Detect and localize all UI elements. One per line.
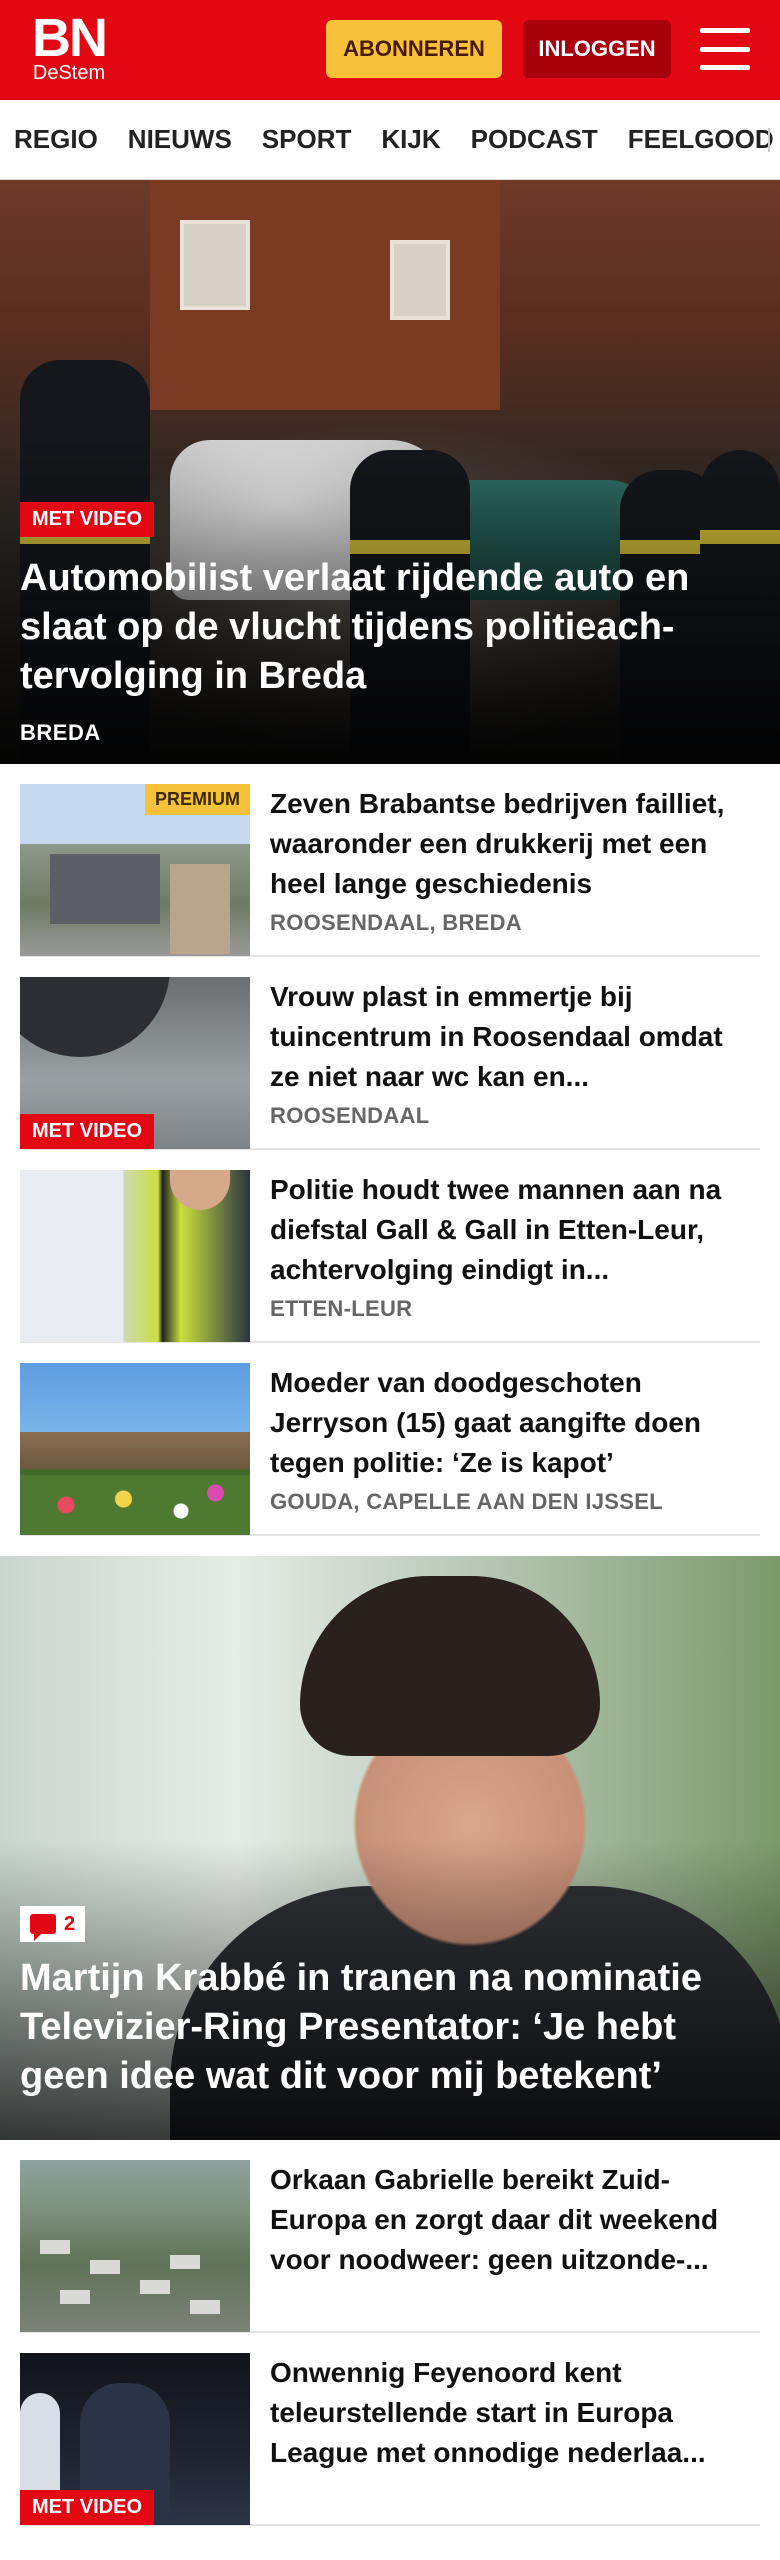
article-thumbnail: MET VIDEO	[20, 977, 250, 1149]
login-button[interactable]: INLOGGEN	[523, 20, 671, 78]
article-thumbnail	[20, 2160, 250, 2332]
site-logo[interactable]: BN DeStem	[30, 8, 108, 84]
article-title[interactable]: Orkaan Gabrielle bereikt Zuid-Europa en …	[270, 2160, 760, 2280]
article-title[interactable]: Moeder van doodgeschoten Jerryson (15) g…	[270, 1363, 760, 1483]
site-header: BN DeStem ABONNEREN INLOGGEN	[0, 0, 780, 100]
comment-icon	[30, 1914, 56, 1941]
premium-badge: PREMIUM	[145, 784, 250, 815]
nav-item-feelgood[interactable]: FEELGOOD	[628, 124, 774, 155]
article-location: GOUDA, CAPELLE AAN DEN IJSSEL	[270, 1489, 663, 1514]
article-list-more: Orkaan Gabrielle bereikt Zuid-Europa en …	[0, 2140, 780, 2526]
article-location: ROOSENDAAL, BREDA	[270, 910, 522, 935]
video-badge: MET VIDEO	[20, 502, 155, 537]
nav-item-podcast[interactable]: PODCAST	[471, 124, 598, 155]
list-item[interactable]: MET VIDEO Vrouw plast in emmertje bij tu…	[20, 957, 760, 1150]
hero-article[interactable]: MET VIDEO Automobilist verlaat rijdende …	[0, 180, 780, 764]
article-location: ROOSENDAAL	[270, 1103, 430, 1128]
list-item[interactable]: PREMIUM Zeven Brabantse bedrijven failli…	[20, 764, 760, 957]
section-nav: REGIO NIEUWS SPORT KIJK PODCAST FEELGOOD	[0, 100, 780, 180]
nav-overflow-divider	[768, 128, 770, 152]
article-thumbnail	[20, 1363, 250, 1535]
logo-sub: DeStem	[32, 62, 106, 84]
video-badge: MET VIDEO	[20, 2490, 155, 2525]
article-title[interactable]: Zeven Brabantse bedrijven failliet, waar…	[270, 784, 760, 904]
list-item[interactable]: Politie houdt twee mannen aan na diefsta…	[20, 1150, 760, 1343]
nav-item-kijk[interactable]: KIJK	[381, 124, 440, 155]
comment-count-badge[interactable]: 2	[20, 1906, 86, 1942]
article-thumbnail	[20, 1170, 250, 1342]
hero-title[interactable]: Automobilist verlaat rijdende auto en sl…	[20, 554, 760, 701]
article-list: PREMIUM Zeven Brabantse bedrijven failli…	[0, 764, 780, 1536]
comment-count: 2	[64, 1912, 76, 1935]
subscribe-button[interactable]: ABONNEREN	[326, 20, 502, 78]
logo-main: BN	[32, 8, 108, 68]
video-badge: MET VIDEO	[20, 1114, 155, 1149]
nav-item-regio[interactable]: REGIO	[14, 124, 98, 155]
hero-location: BREDA	[20, 720, 101, 745]
nav-item-sport[interactable]: SPORT	[262, 124, 352, 155]
article-title[interactable]: Onwennig Feyenoord kent teleurstellende …	[270, 2353, 760, 2473]
article-location: ETTEN-LEUR	[270, 1296, 413, 1321]
article-thumbnail: MET VIDEO	[20, 2353, 250, 2525]
article-title[interactable]: Politie houdt twee mannen aan na diefsta…	[270, 1170, 760, 1290]
article-thumbnail: PREMIUM	[20, 784, 250, 956]
feature-article[interactable]: 2 Martijn Krabbé in tranen na nominatie …	[0, 1556, 780, 2140]
list-item[interactable]: Orkaan Gabrielle bereikt Zuid-Europa en …	[20, 2140, 760, 2333]
hamburger-icon[interactable]	[700, 28, 750, 70]
list-item[interactable]: MET VIDEO Onwennig Feyenoord kent teleur…	[20, 2333, 760, 2526]
nav-item-nieuws[interactable]: NIEUWS	[128, 124, 232, 155]
article-title[interactable]: Vrouw plast in emmertje bij tuincentrum …	[270, 977, 760, 1097]
list-item[interactable]: Moeder van doodgeschoten Jerryson (15) g…	[20, 1343, 760, 1536]
feature-title[interactable]: Martijn Krabbé in tranen na nominatie Te…	[20, 1954, 770, 2101]
